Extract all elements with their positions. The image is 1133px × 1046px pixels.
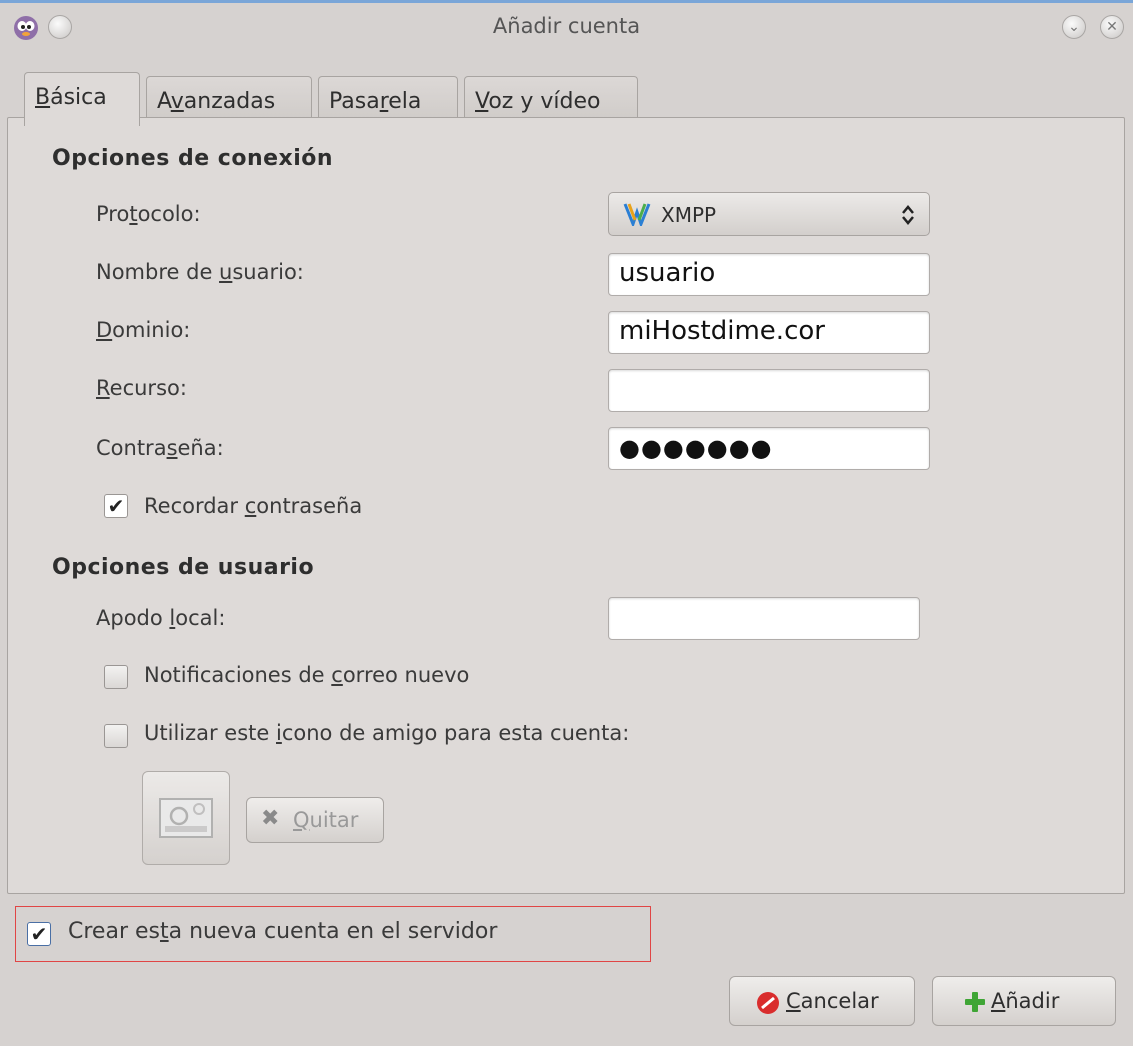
tab-pasarela[interactable]: Pasarela [318, 76, 458, 122]
close-icon: ✕ [1106, 19, 1118, 35]
tab-voz-y-video[interactable]: Voz y vídeo [464, 76, 638, 122]
title-bar: Añadir cuenta ⌄ ✕ [0, 0, 1133, 62]
remember-password-checkbox[interactable]: ✔ [104, 494, 128, 518]
remove-icon: ✖ [261, 806, 280, 831]
remember-password-label: Recordar contraseña [144, 494, 363, 518]
image-placeholder-icon [159, 798, 213, 838]
protocol-select[interactable]: XMPP [608, 192, 930, 236]
tab-avanzadas[interactable]: Avanzadas [146, 76, 312, 122]
create-on-server-checkbox[interactable]: ✔ [27, 922, 51, 946]
protocol-value: XMPP [661, 203, 717, 227]
add-button[interactable]: Añadir [932, 976, 1116, 1026]
alias-input[interactable] [608, 597, 920, 640]
spin-arrows-icon [902, 205, 914, 225]
buddy-icon-label: Utilizar este icono de amigo para esta c… [144, 721, 630, 745]
close-button[interactable]: ✕ [1100, 15, 1124, 39]
mail-notifications-label: Notificaciones de correo nuevo [144, 663, 470, 687]
domain-input[interactable]: miHostdime.cor [608, 311, 930, 354]
tab-basica[interactable]: Básica [24, 72, 140, 126]
title-bar-accent [0, 0, 1133, 3]
buddy-icon-button[interactable] [142, 771, 230, 865]
resource-input[interactable] [608, 369, 930, 412]
resource-label: Recurso: [96, 376, 187, 400]
alias-label: Apodo local: [96, 606, 226, 630]
chevron-down-icon: ⌄ [1068, 19, 1080, 35]
connection-options-heading: Opciones de conexión [52, 146, 334, 171]
remove-icon-button[interactable]: ✖ Quitar [246, 797, 384, 843]
cancel-button[interactable]: Cancelar [729, 976, 915, 1026]
xmpp-icon [623, 203, 651, 226]
user-options-heading: Opciones de usuario [52, 555, 315, 580]
protocol-label: Protocolo: [96, 202, 201, 226]
password-input[interactable]: ●●●●●●● [608, 427, 930, 470]
minimize-button[interactable]: ⌄ [1062, 15, 1086, 39]
create-on-server-label: Crear esta nueva cuenta en el servidor [68, 919, 498, 944]
cancel-icon [757, 992, 779, 1014]
password-label: Contraseña: [96, 436, 224, 460]
username-input[interactable]: usuario [608, 253, 930, 296]
window-title: Añadir cuenta [492, 14, 641, 38]
username-label: Nombre de usuario: [96, 260, 304, 284]
domain-label: Dominio: [96, 318, 191, 342]
mail-notifications-checkbox[interactable] [104, 665, 128, 689]
buddy-icon-checkbox[interactable] [104, 724, 128, 748]
plus-icon [965, 992, 985, 1012]
